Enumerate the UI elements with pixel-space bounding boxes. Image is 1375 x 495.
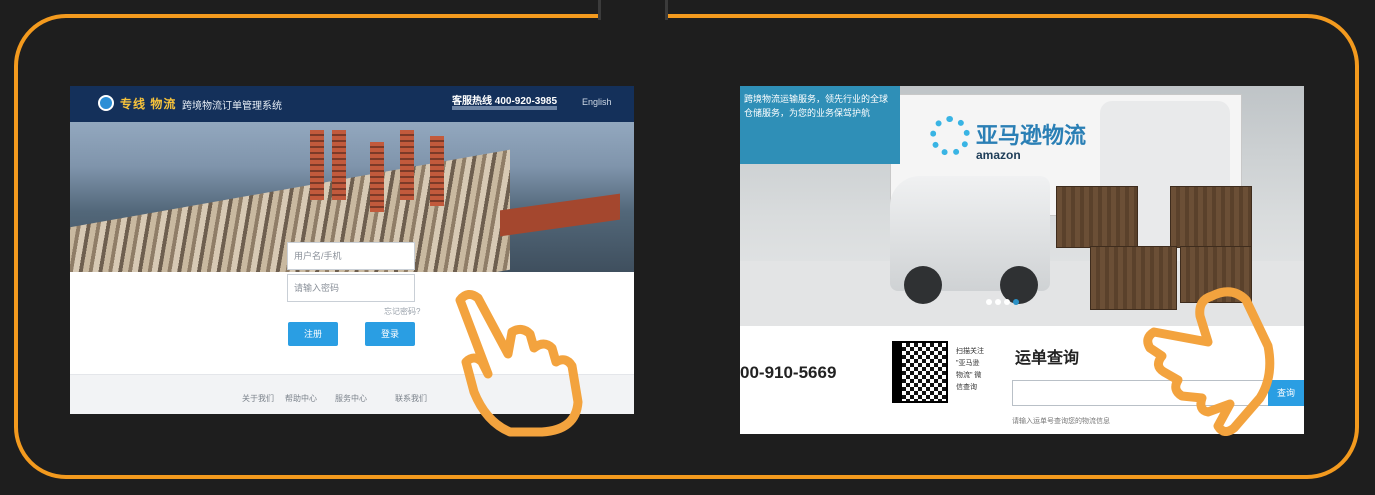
qr-code-icon — [892, 341, 948, 403]
qr-caption: 扫描关注 "亚马逊 物流" 微信查询 — [956, 348, 984, 391]
forgot-password-link[interactable]: 忘记密码? — [384, 306, 420, 317]
logo-chinese: 亚马逊物流 — [976, 123, 1087, 148]
carousel-dot[interactable] — [1004, 299, 1010, 305]
login-button[interactable]: 登录 — [365, 322, 415, 346]
username-input[interactable]: 用户名/手机 — [287, 242, 415, 270]
brand-name: 专线 物流 — [120, 97, 177, 111]
site-title: 跨境物流订单管理系统 — [182, 101, 282, 112]
gear-logo-icon — [930, 116, 970, 156]
left-site-header: 专线 物流 跨境物流订单管理系统 客服热线 400-920-3985 Engli… — [70, 86, 634, 122]
footer-link[interactable]: 帮助中心 — [285, 393, 317, 404]
crane — [332, 130, 346, 200]
crane — [310, 130, 324, 200]
cargo-box — [1170, 186, 1252, 248]
password-input[interactable]: 请输入密码 — [287, 274, 415, 302]
crane — [370, 142, 384, 212]
language-link[interactable]: English — [582, 97, 612, 107]
hand-pointer-icon — [1143, 287, 1275, 436]
service-phone: 00-910-5669 — [740, 363, 837, 382]
footer-link[interactable]: 关于我们 — [242, 393, 274, 404]
tracking-hint: 请输入运单号查询您的物流信息 — [1012, 418, 1110, 425]
crane — [400, 130, 414, 200]
carousel-dot-active[interactable] — [1013, 299, 1019, 305]
logo-english: amazon — [976, 148, 1021, 162]
tracking-title: 运单查询 — [1015, 350, 1080, 367]
cargo-box — [1056, 186, 1138, 248]
delivery-van — [890, 176, 1050, 304]
van-wheel — [904, 266, 942, 304]
top-notch — [598, 0, 668, 20]
crane — [430, 136, 444, 206]
hotline: 客服热线 400-920-3985 — [452, 96, 558, 107]
carousel-dot[interactable] — [995, 299, 1001, 305]
cargo-ship — [500, 193, 620, 237]
hotline-subtext — [452, 106, 557, 110]
hero-banner-text: 跨境物流运输服务，领先行业的全球仓储服务，为您的业务保驾护航 — [740, 86, 900, 164]
footer-link[interactable]: 服务中心 — [335, 393, 367, 404]
hand-pointer-icon — [455, 290, 583, 437]
carousel-dot[interactable] — [986, 299, 992, 305]
register-button[interactable]: 注册 — [288, 322, 338, 346]
carousel-dots[interactable] — [986, 292, 1022, 310]
company-logo-icon — [98, 95, 114, 111]
footer-link[interactable]: 联系我们 — [395, 393, 427, 404]
